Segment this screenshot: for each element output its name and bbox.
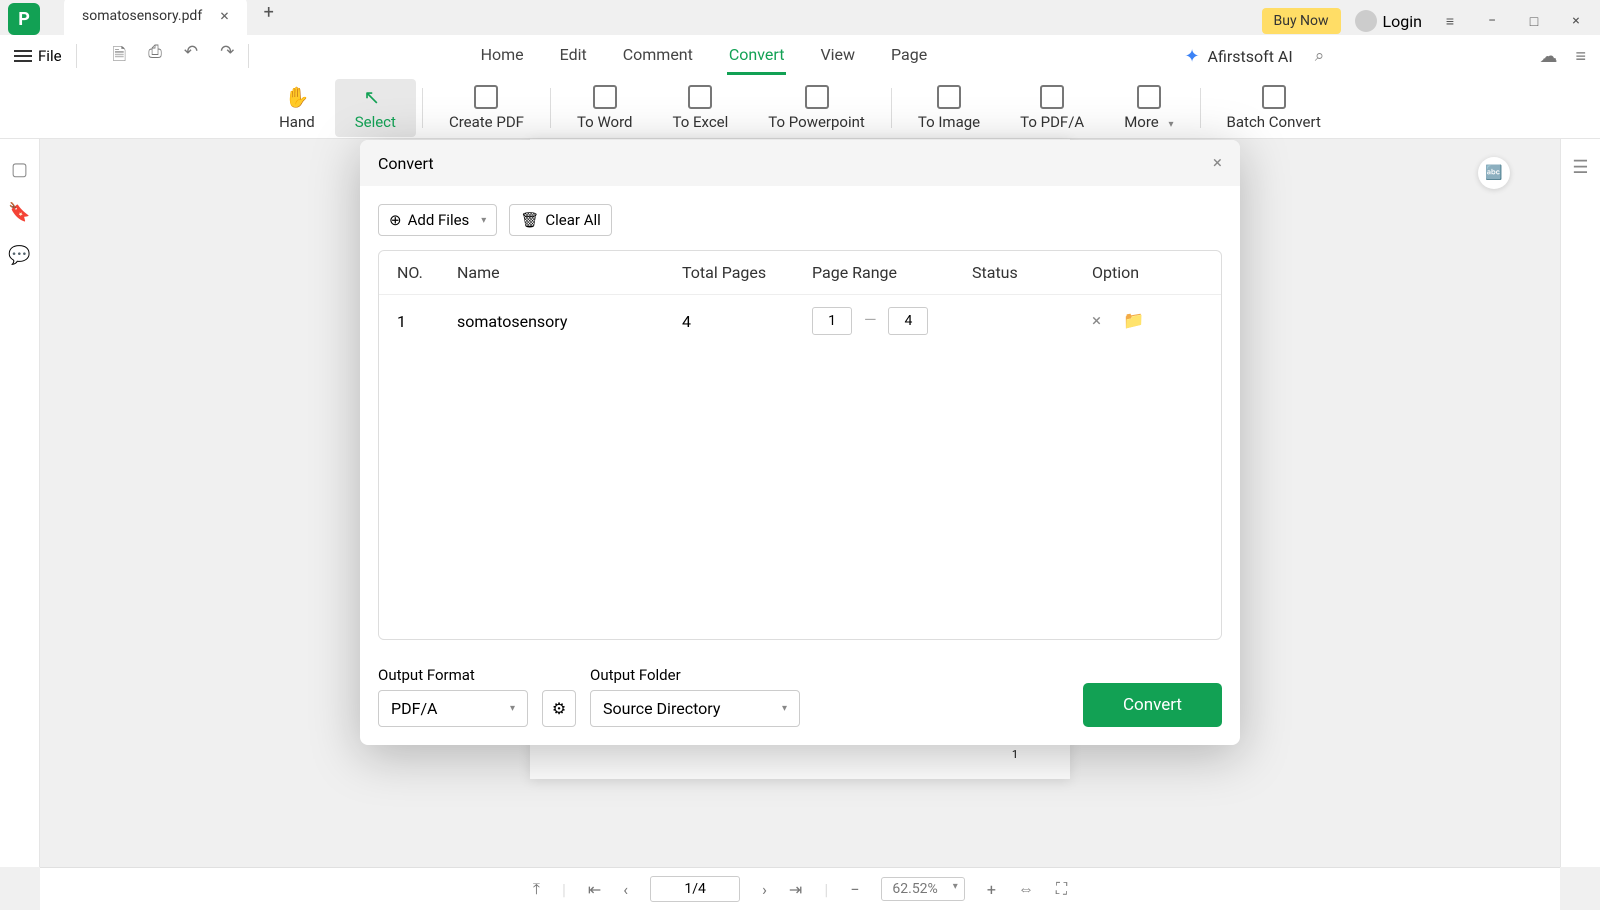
status-bar: ⤒ | ⇤ ‹ › ⇥ | − 62.52% + ⇔ ⛶ <box>40 867 1560 910</box>
left-sidebar: ▢ 🔖 💬 <box>0 139 40 867</box>
output-folder-label: Output Folder <box>590 666 800 684</box>
tab-comment[interactable]: Comment <box>621 37 695 75</box>
print-icon[interactable]: ⎙ <box>148 42 162 71</box>
tab-home[interactable]: Home <box>479 37 526 75</box>
cloud-icon[interactable]: ☁ <box>1539 46 1557 67</box>
range-from-input[interactable] <box>812 307 852 335</box>
right-sidebar: ☰ <box>1560 139 1600 867</box>
titlebar: P somatosensory.pdf × + Buy Now Login ≡ … <box>0 0 1600 35</box>
gear-icon: ⚙ <box>552 699 566 718</box>
tool-to-excel[interactable]: To Excel <box>653 79 749 137</box>
output-format-select[interactable]: PDF/A▾ <box>378 690 528 727</box>
tool-to-word[interactable]: To Word <box>557 79 653 137</box>
comment-list-icon[interactable]: 💬 <box>8 245 30 266</box>
login-button[interactable]: Login <box>1355 10 1422 32</box>
maximize-icon[interactable]: □ <box>1520 7 1548 35</box>
tool-to-pdfa[interactable]: To PDF/A <box>1000 79 1104 137</box>
redo-icon[interactable]: ↷ <box>220 42 234 71</box>
dialog-title: Convert <box>378 154 434 173</box>
fit-width-icon[interactable]: ⇔ <box>1018 879 1034 899</box>
tool-batch-convert[interactable]: Batch Convert <box>1207 79 1341 137</box>
avatar-icon <box>1355 10 1377 32</box>
page-input[interactable] <box>650 876 740 902</box>
clear-all-button[interactable]: 🗑 Clear All <box>509 204 611 236</box>
document-tab[interactable]: somatosensory.pdf × <box>64 0 247 35</box>
app-logo: P <box>8 3 40 35</box>
tool-select[interactable]: ↖Select <box>335 79 416 137</box>
thumbnails-icon[interactable]: ▢ <box>11 159 28 180</box>
output-folder-select[interactable]: Source Directory▾ <box>590 690 800 727</box>
hamburger-menu-icon[interactable]: ≡ <box>1436 7 1464 35</box>
zoom-select[interactable]: 62.52% <box>881 877 964 901</box>
open-folder-row-icon[interactable]: 📁 <box>1123 311 1144 331</box>
tool-more[interactable]: More ▾ <box>1104 79 1193 137</box>
close-tab-icon[interactable]: × <box>220 6 229 25</box>
fullscreen-icon[interactable]: ⛶ <box>1056 879 1067 899</box>
zoom-in-icon[interactable]: + <box>987 880 996 899</box>
tab-view[interactable]: View <box>818 37 857 75</box>
prev-page-icon[interactable]: ‹ <box>623 880 628 899</box>
search-icon[interactable]: ⌕ <box>1315 46 1325 66</box>
tool-to-powerpoint[interactable]: To Powerpoint <box>748 79 885 137</box>
trash-icon: 🗑 <box>520 211 539 229</box>
new-tab-button[interactable]: + <box>253 0 285 28</box>
save-icon[interactable]: 🗎 <box>113 42 127 71</box>
files-table: NO. Name Total Pages Page Range Status O… <box>378 250 1222 640</box>
close-window-icon[interactable]: × <box>1562 7 1590 35</box>
translate-float-icon[interactable]: 🔤 <box>1478 157 1510 189</box>
col-option: Option <box>1092 263 1203 282</box>
convert-dialog: Convert × ⊕ Add Files ▾ 🗑 Clear All <box>360 140 1240 745</box>
menu-icon <box>14 50 32 62</box>
scroll-top-icon[interactable]: ⤒ <box>533 879 540 899</box>
col-no: NO. <box>397 263 457 282</box>
col-total: Total Pages <box>682 263 812 282</box>
col-range: Page Range <box>812 263 972 282</box>
page-number: 1 <box>1012 748 1018 761</box>
col-status: Status <box>972 263 1092 282</box>
tab-title: somatosensory.pdf <box>82 8 202 24</box>
tool-hand[interactable]: ✋Hand <box>259 79 335 137</box>
tab-edit[interactable]: Edit <box>558 37 589 75</box>
table-row: 1 somatosensory 4 — × 📁 <box>379 295 1221 347</box>
last-page-icon[interactable]: ⇥ <box>789 880 802 899</box>
document-canvas[interactable]: 1 The following description is based on … <box>40 139 1560 867</box>
toolbar: ✋Hand ↖Select Create PDF To Word To Exce… <box>0 77 1600 139</box>
convert-button[interactable]: Convert <box>1083 683 1222 727</box>
tool-to-image[interactable]: To Image <box>898 79 1000 137</box>
ai-brand-button[interactable]: ✦ Afirstsoft AI <box>1184 46 1292 67</box>
bookmark-icon[interactable]: 🔖 <box>8 202 30 223</box>
range-to-input[interactable] <box>888 307 928 335</box>
properties-icon[interactable]: ☰ <box>1572 157 1588 867</box>
first-page-icon[interactable]: ⇤ <box>588 880 601 899</box>
tool-create-pdf[interactable]: Create PDF <box>429 79 544 137</box>
output-format-label: Output Format <box>378 666 528 684</box>
col-name: Name <box>457 263 682 282</box>
format-settings-button[interactable]: ⚙ <box>542 690 576 727</box>
next-page-icon[interactable]: › <box>762 880 767 899</box>
add-files-button[interactable]: ⊕ Add Files ▾ <box>378 204 497 236</box>
panel-toggle-icon[interactable]: ≡ <box>1575 46 1586 67</box>
undo-icon[interactable]: ↶ <box>184 42 198 71</box>
tab-page[interactable]: Page <box>889 37 929 75</box>
plus-circle-icon: ⊕ <box>389 211 402 229</box>
sparkle-icon: ✦ <box>1184 46 1199 67</box>
remove-row-icon[interactable]: × <box>1092 311 1101 331</box>
tab-convert[interactable]: Convert <box>727 37 787 75</box>
menubar: File 🗎 ⎙ ↶ ↷ Home Edit Comment Convert V… <box>0 35 1600 77</box>
chevron-down-icon: ▾ <box>481 215 486 226</box>
buy-now-button[interactable]: Buy Now <box>1262 8 1341 34</box>
minimize-icon[interactable]: − <box>1478 7 1506 35</box>
dialog-close-icon[interactable]: × <box>1213 153 1222 173</box>
file-menu[interactable]: File <box>14 47 62 65</box>
zoom-out-icon[interactable]: − <box>850 880 859 899</box>
